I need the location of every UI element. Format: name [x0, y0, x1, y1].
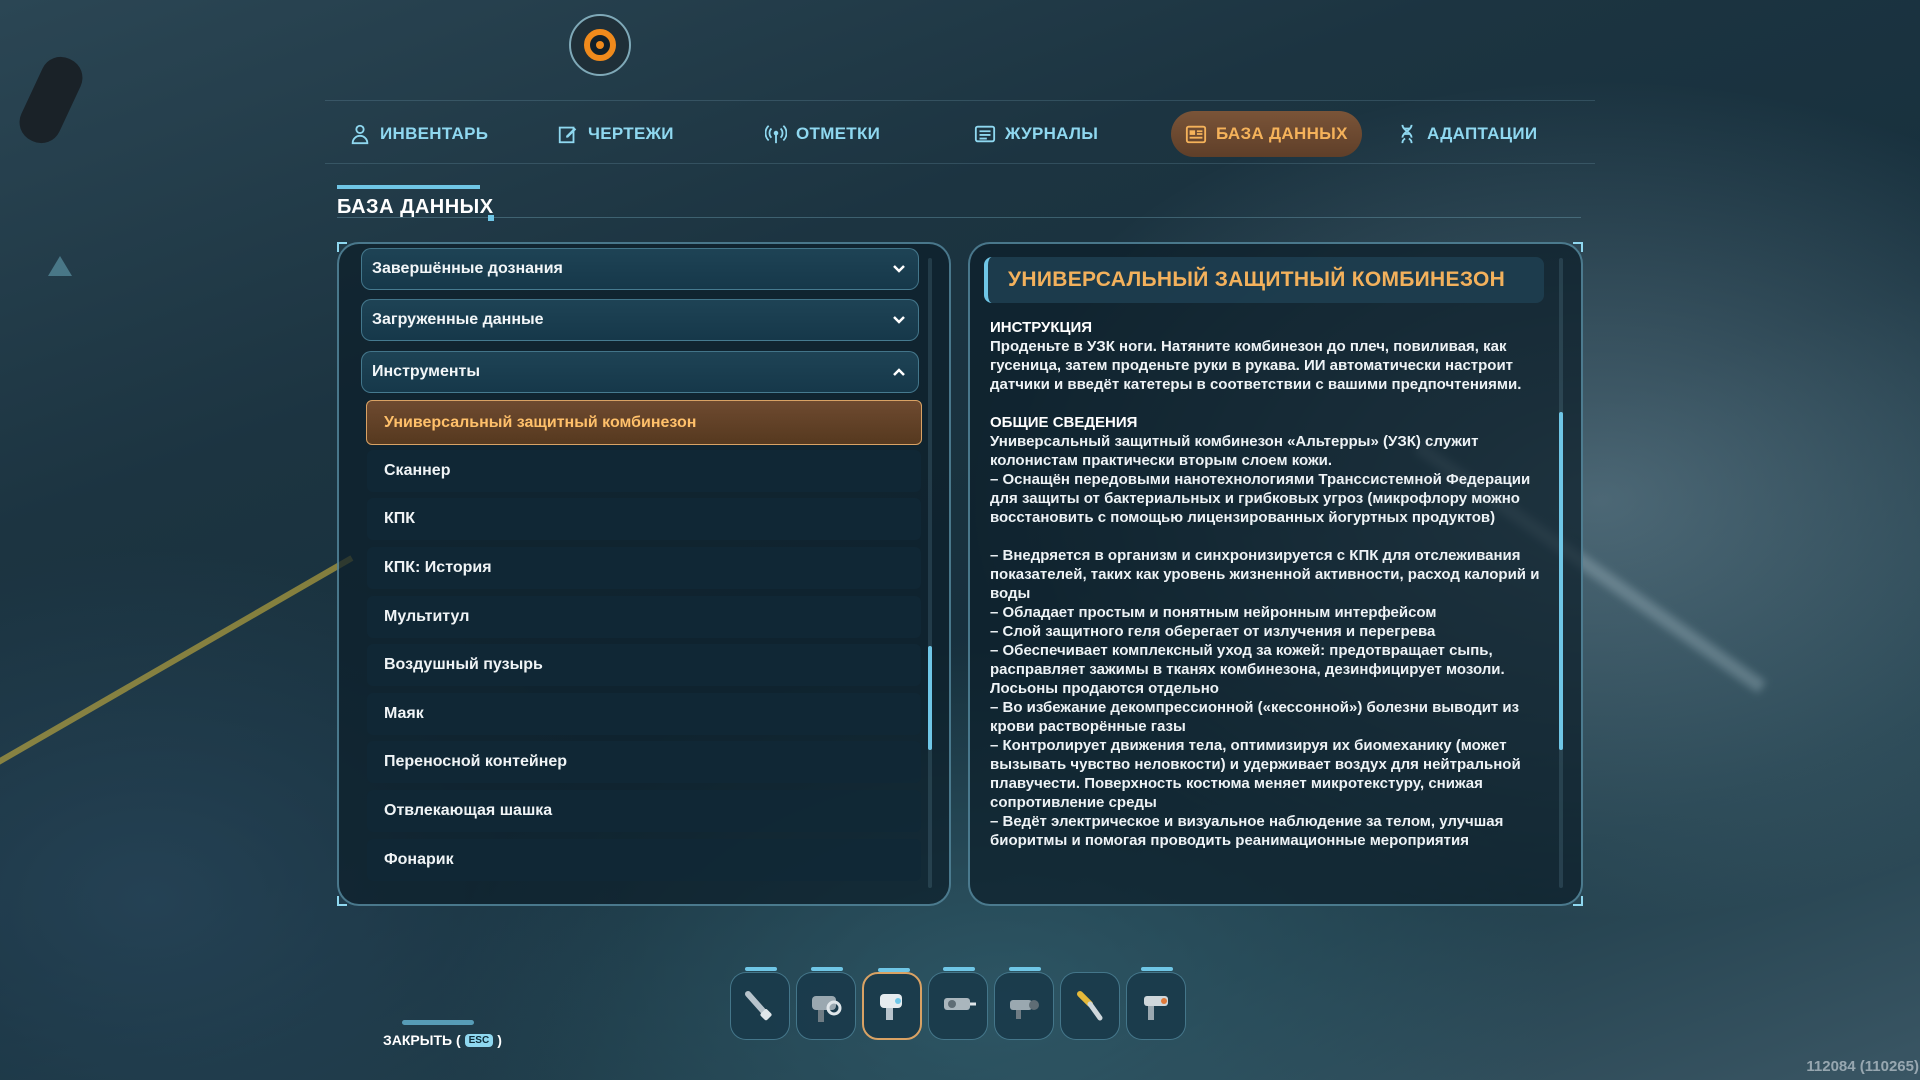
tab-label: БАЗА ДАННЫХ [1216, 124, 1348, 143]
person-icon [351, 124, 369, 145]
category-completed-inquiries[interactable]: Завершённые дознания [361, 248, 919, 290]
database-icon [1185, 125, 1207, 144]
entry-title: УНИВЕРСАЛЬНЫЙ ЗАЩИТНЫЙ КОМБИНЕЗОН [984, 257, 1544, 303]
blueprint-pencil-icon [558, 126, 577, 144]
charge-indicator [811, 967, 843, 971]
tab-markers[interactable]: ОТМЕТКИ [751, 111, 894, 157]
general-heading: ОБЩИЕ СВЕДЕНИЯ [990, 414, 1138, 431]
tab-label: ОТМЕТКИ [796, 124, 881, 143]
esc-key-badge: ESC [464, 1033, 494, 1047]
list-item[interactable]: Воздушный пузырь [367, 644, 921, 686]
tab-label: АДАПТАЦИИ [1427, 124, 1538, 143]
category-label: Загруженные данные [372, 311, 544, 328]
chevron-down-icon [893, 316, 905, 324]
close-button[interactable]: ЗАКРЫТЬ ( ESC ) [383, 1032, 502, 1048]
section-title-accent [337, 185, 480, 189]
tab-label: ЖУРНАЛЫ [1005, 124, 1099, 143]
list-item[interactable]: Маяк [367, 693, 921, 735]
features-text: – Внедряется в организм и синхронизирует… [990, 547, 1540, 849]
general-intro-text: Универсальный защитный комбинезон «Альте… [990, 433, 1531, 526]
category-tools[interactable]: Инструменты [361, 351, 919, 393]
tab-adaptations[interactable]: АДАПТАЦИИ [1382, 111, 1551, 157]
quick-slot-7[interactable] [1126, 967, 1186, 1040]
repair-tool-icon [1010, 1000, 1039, 1019]
charge-indicator [943, 967, 975, 971]
close-highlight [402, 1020, 474, 1025]
quick-slot-2[interactable] [796, 967, 856, 1040]
entry-text: ИНСТРУКЦИЯ Проденьте в УЗК ноги. Натянит… [990, 318, 1545, 896]
close-label: ЗАКРЫТЬ ( [383, 1032, 461, 1048]
list-scrollbar-thumb[interactable] [928, 646, 932, 750]
panel-corner [337, 896, 347, 906]
section-title: БАЗА ДАННЫХ [337, 196, 494, 218]
background-object [12, 50, 90, 150]
panel-corner [337, 242, 347, 252]
list-item[interactable]: Сканнер [367, 450, 921, 492]
tab-label: ИНВЕНТАРЬ [380, 124, 489, 143]
background-marker [48, 256, 72, 276]
list-scrollbar[interactable] [928, 258, 932, 888]
list-item[interactable]: Мультитул [367, 596, 921, 638]
quick-slot-4[interactable] [928, 967, 988, 1040]
list-item[interactable]: Отвлекающая шашка [367, 790, 921, 832]
scanner-tool-icon [812, 996, 842, 1022]
list-item[interactable]: КПК [367, 498, 921, 540]
category-label: Завершённые дознания [372, 260, 563, 277]
multitool-icon [880, 994, 902, 1020]
log-list-icon [974, 125, 996, 143]
quick-slot-5[interactable] [994, 967, 1054, 1040]
section-divider-dot [488, 215, 494, 221]
tab-logs[interactable]: ЖУРНАЛЫ [960, 111, 1112, 157]
welder-torch-icon [1077, 991, 1103, 1021]
charge-indicator [745, 967, 777, 971]
pda-logo-icon [569, 14, 631, 76]
flashlight-tool-icon [745, 991, 772, 1021]
list-item[interactable]: КПК: История [367, 547, 921, 589]
dna-icon [1401, 124, 1413, 144]
top-navigation: ИНВЕНТАРЬ ЧЕРТЕЖИ ОТМЕТКИ ЖУРНАЛЫ БАЗА Д… [325, 100, 1595, 164]
quick-slot-6[interactable] [1060, 972, 1120, 1040]
panel-corner [1573, 896, 1583, 906]
category-label: Инструменты [372, 363, 481, 380]
quick-slot-1[interactable] [730, 967, 790, 1040]
tab-label: ЧЕРТЕЖИ [588, 124, 674, 143]
instructions-heading: ИНСТРУКЦИЯ [990, 319, 1093, 336]
panel-corner [1573, 242, 1583, 252]
entry-scrollbar-thumb[interactable] [1559, 412, 1563, 750]
quick-slot-3[interactable] [862, 968, 922, 1040]
drill-gun-icon [944, 998, 976, 1010]
section-divider [337, 217, 1581, 218]
category-downloaded-data[interactable]: Загруженные данные [361, 299, 919, 341]
survey-gun-icon [1144, 996, 1168, 1020]
quick-slots-bar [730, 967, 1186, 1040]
tab-inventory[interactable]: ИНВЕНТАРЬ [335, 111, 502, 157]
list-item[interactable]: Фонарик [367, 839, 921, 881]
close-label-suffix: ) [497, 1032, 502, 1048]
signal-beacon-icon [765, 125, 787, 144]
list-item[interactable]: Переносной контейнер [367, 741, 921, 783]
tab-blueprints[interactable]: ЧЕРТЕЖИ [543, 111, 688, 157]
charge-indicator [878, 968, 910, 972]
background-stripe [0, 555, 354, 771]
charge-indicator [1009, 967, 1041, 971]
charge-indicator [1141, 967, 1173, 971]
chevron-up-icon [893, 368, 905, 376]
instructions-text: Проденьте в УЗК ноги. Натяните комбинезо… [990, 338, 1522, 393]
tab-database[interactable]: БАЗА ДАННЫХ [1171, 111, 1362, 157]
build-version: 112084 (110265) [1806, 1058, 1919, 1075]
chevron-down-icon [893, 265, 905, 273]
list-item-selected[interactable]: Универсальный защитный комбинезон [366, 400, 922, 445]
